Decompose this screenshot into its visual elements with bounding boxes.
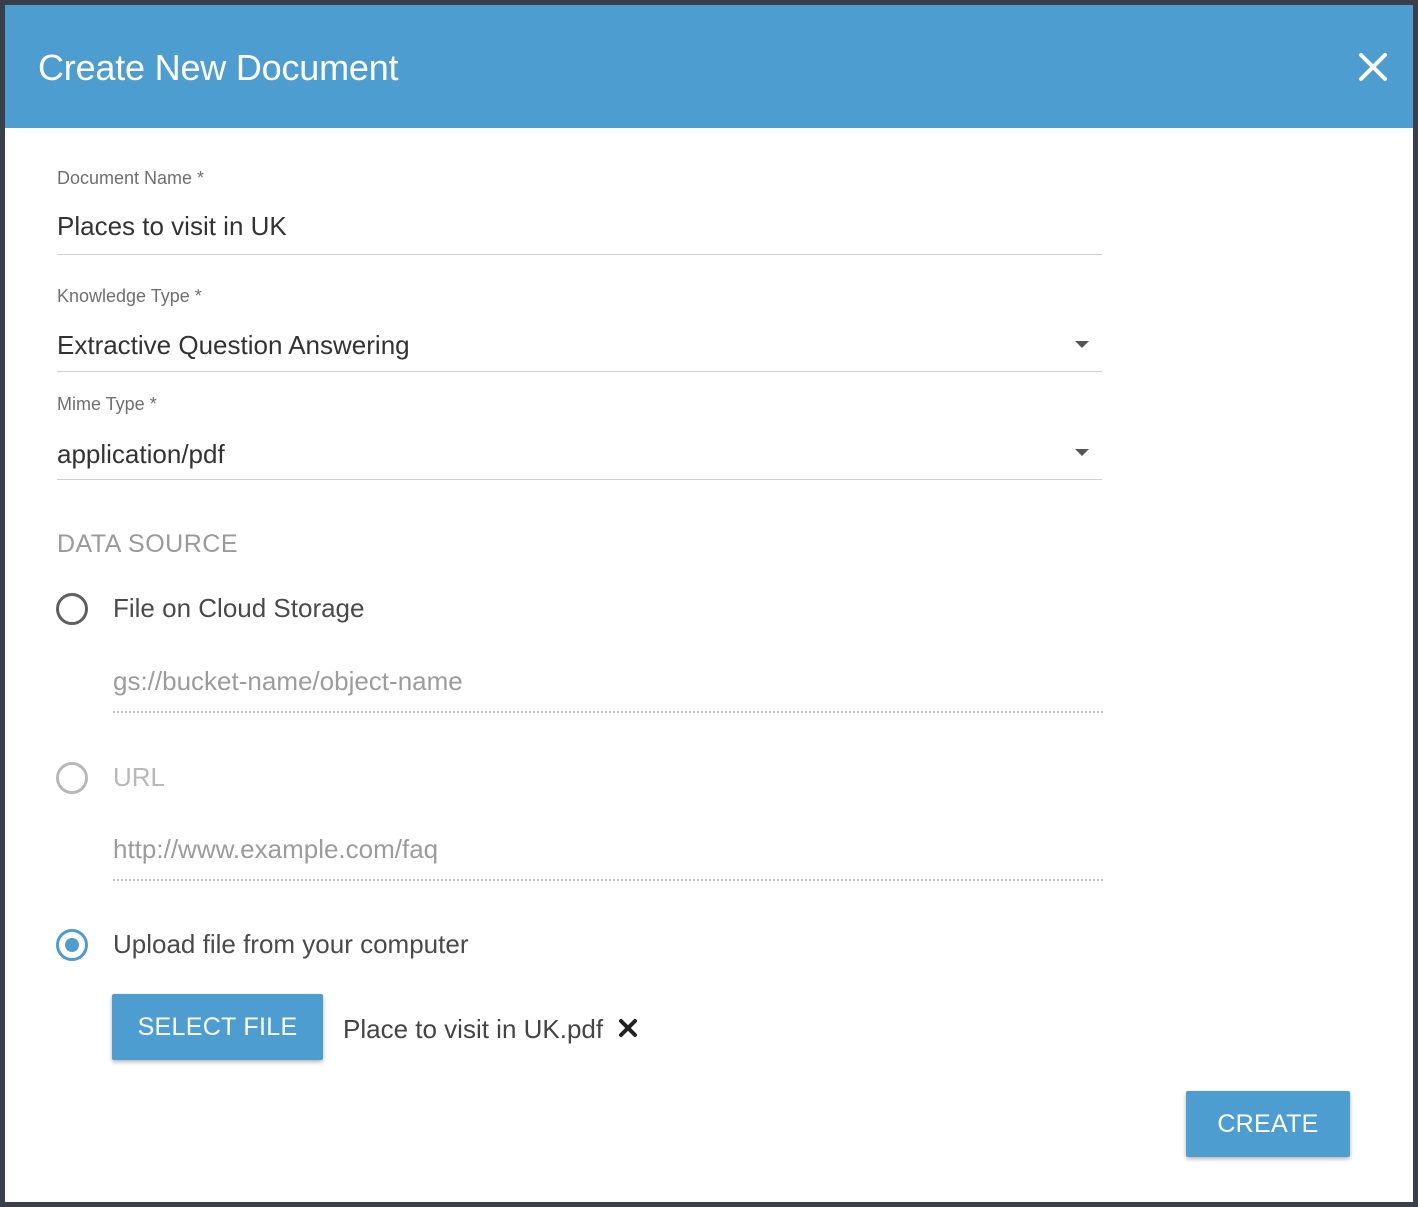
upload-label[interactable]: Upload file from your computer <box>113 929 468 960</box>
selected-file-name: Place to visit in UK.pdf <box>343 1014 604 1044</box>
cloud-storage-radio[interactable] <box>56 593 88 625</box>
knowledge-type-select[interactable]: Extractive Question Answering <box>57 330 1102 366</box>
create-button[interactable]: CREATE <box>1186 1091 1350 1157</box>
radio-selected-dot <box>65 938 79 952</box>
document-name-label: Document Name * <box>57 168 205 188</box>
url-input[interactable]: http://www.example.com/faq <box>113 834 1103 868</box>
chevron-down-icon[interactable] <box>1075 449 1089 456</box>
url-radio[interactable] <box>56 762 88 794</box>
url-label[interactable]: URL <box>113 762 165 793</box>
mime-type-underline <box>57 479 1102 480</box>
cloud-storage-label[interactable]: File on Cloud Storage <box>113 593 364 624</box>
knowledge-type-underline <box>57 371 1102 372</box>
remove-file-icon[interactable] <box>617 1017 639 1039</box>
chevron-down-icon[interactable] <box>1075 341 1089 348</box>
mime-type-select[interactable]: application/pdf <box>57 439 1102 475</box>
document-name-input[interactable]: Places to visit in UK <box>57 211 1102 247</box>
cloud-storage-input[interactable]: gs://bucket-name/object-name <box>113 666 1103 700</box>
dialog-header: Create New Document <box>5 5 1413 128</box>
mime-type-label: Mime Type * <box>57 394 157 414</box>
close-icon[interactable] <box>1353 47 1393 87</box>
knowledge-type-label: Knowledge Type * <box>57 286 202 306</box>
dialog-title: Create New Document <box>38 47 399 88</box>
cloud-storage-underline <box>113 711 1103 713</box>
document-name-underline <box>57 254 1102 255</box>
url-underline <box>113 879 1103 881</box>
create-document-dialog: Create New Document Document Name * Plac… <box>0 0 1418 1207</box>
data-source-heading: DATA SOURCE <box>57 530 238 558</box>
select-file-button[interactable]: SELECT FILE <box>112 994 323 1060</box>
upload-radio[interactable] <box>56 929 88 961</box>
